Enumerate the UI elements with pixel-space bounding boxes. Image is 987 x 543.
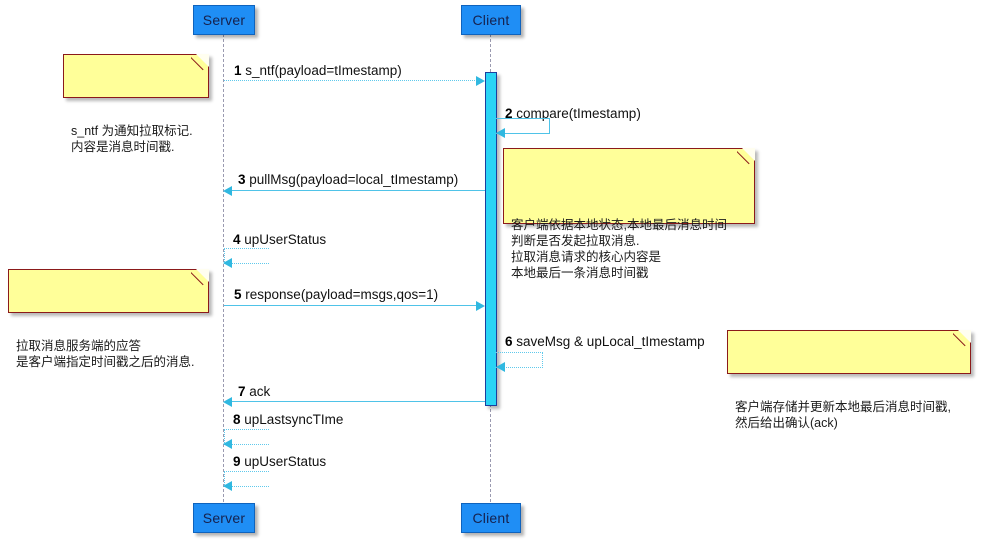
message-line-7	[232, 401, 485, 402]
message-number-3: 3	[238, 172, 246, 187]
message-label-5: 5 response(payload=msgs,qos=1)	[234, 288, 438, 302]
note-fold-icon	[958, 330, 971, 343]
note-fold-icon	[196, 54, 209, 67]
message-arrow-9	[223, 481, 232, 491]
note-pull-response: 拉取消息服务端的应答 是客户端指定时间戳之后的消息.	[8, 269, 209, 369]
note-client-compare: 客户端依据本地状态,本地最后消息时间 判断是否发起拉取消息. 拉取消息请求的核心…	[503, 148, 755, 280]
note-fold-icon	[196, 269, 209, 282]
participant-server-bottom[interactable]: Server	[193, 503, 255, 533]
message-arrow-4	[223, 258, 232, 268]
message-number-9: 9	[233, 454, 241, 469]
message-text-5: response(payload=msgs,qos=1)	[245, 287, 439, 302]
message-text-3: pullMsg(payload=local_tImestamp)	[249, 172, 459, 187]
message-label-4: 4 upUserStatus	[233, 233, 326, 247]
message-text-8: upLastsyncTIme	[244, 412, 344, 427]
message-arrow-8	[223, 439, 232, 449]
message-label-7: 7 ack	[238, 385, 270, 399]
message-arrow-3	[223, 186, 232, 196]
message-arrow-2	[496, 128, 505, 138]
note-client-compare-text: 客户端依据本地状态,本地最后消息时间 判断是否发起拉取消息. 拉取消息请求的核心…	[511, 218, 727, 280]
message-arrow-1	[476, 76, 485, 86]
participant-client-top[interactable]: Client	[461, 5, 521, 35]
message-line-5	[224, 305, 477, 306]
message-arrow-5	[476, 301, 485, 311]
message-label-3: 3 pullMsg(payload=local_tImestamp)	[238, 173, 458, 187]
message-number-4: 4	[233, 232, 241, 247]
participant-client-bottom[interactable]: Client	[461, 503, 521, 533]
message-line-3	[232, 190, 485, 191]
message-text-4: upUserStatus	[244, 232, 327, 247]
message-label-6: 6 saveMsg & upLocal_tImestamp	[505, 335, 705, 349]
message-number-1: 1	[234, 63, 242, 78]
message-number-5: 5	[234, 287, 242, 302]
note-s-ntf: s_ntf 为通知拉取标记. 内容是消息时间戳.	[63, 54, 209, 154]
note-save-ack: 客户端存储并更新本地最后消息时间戳, 然后给出确认(ack)	[727, 330, 971, 430]
sequence-diagram-canvas: Server Client Server Client 1 s_ntf(payl…	[0, 0, 987, 543]
message-text-1: s_ntf(payload=tImestamp)	[245, 63, 402, 78]
participant-server-top[interactable]: Server	[193, 5, 255, 35]
message-text-6: saveMsg & upLocal_tImestamp	[516, 334, 705, 349]
message-arrow-7	[223, 397, 232, 407]
note-s-ntf-text: s_ntf 为通知拉取标记. 内容是消息时间戳.	[71, 124, 193, 154]
message-label-9: 9 upUserStatus	[233, 455, 326, 469]
note-fold-icon	[742, 148, 755, 161]
message-number-7: 7	[238, 384, 246, 399]
message-line-1	[224, 80, 477, 81]
message-text-9: upUserStatus	[244, 454, 327, 469]
message-number-6: 6	[505, 334, 513, 349]
message-arrow-6	[496, 362, 505, 372]
message-label-1: 1 s_ntf(payload=tImestamp)	[234, 64, 402, 78]
note-pull-response-text: 拉取消息服务端的应答 是客户端指定时间戳之后的消息.	[16, 339, 195, 369]
message-label-8: 8 upLastsyncTIme	[233, 413, 343, 427]
message-text-7: ack	[249, 384, 271, 399]
note-save-ack-text: 客户端存储并更新本地最后消息时间戳, 然后给出确认(ack)	[735, 400, 951, 430]
message-number-8: 8	[233, 412, 241, 427]
